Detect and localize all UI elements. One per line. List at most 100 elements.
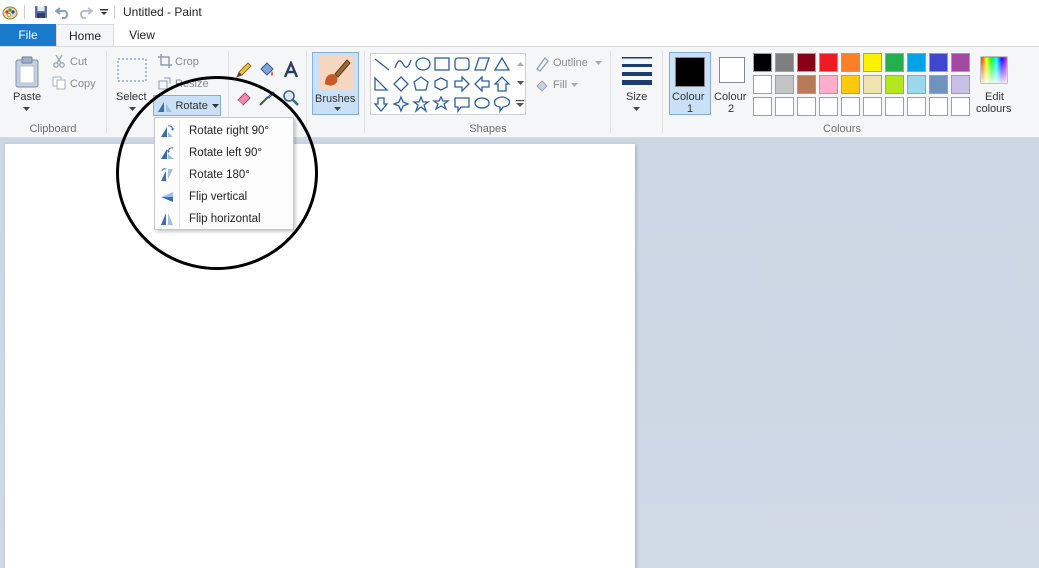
redo-icon[interactable]: [75, 3, 95, 21]
size-icon[interactable]: [619, 54, 655, 86]
copy-label[interactable]: Copy: [70, 78, 96, 90]
size-dropdown-icon[interactable]: [631, 105, 641, 113]
cut-icon[interactable]: [52, 54, 66, 68]
palette-swatch[interactable]: [863, 75, 882, 94]
drawing-canvas[interactable]: [5, 144, 635, 568]
colour2-label[interactable]: Colour: [714, 91, 746, 103]
palette-swatch[interactable]: [929, 53, 948, 72]
colour1-button[interactable]: Colour 1: [669, 52, 711, 115]
paint-app-icon[interactable]: [0, 3, 20, 21]
pencil-icon[interactable]: [235, 61, 253, 79]
menu-item-rotate-180[interactable]: Rotate 180°: [155, 164, 293, 186]
palette-swatch[interactable]: [907, 97, 926, 116]
shapes-grid-icon[interactable]: [371, 54, 511, 114]
quick-access-separator: [24, 5, 25, 19]
palette-swatch[interactable]: [797, 53, 816, 72]
menu-item-flip-horizontal[interactable]: Flip horizontal: [155, 208, 293, 230]
palette-swatch[interactable]: [775, 53, 794, 72]
paste-icon[interactable]: [12, 55, 42, 89]
rotate-dropdown-icon: [211, 102, 220, 110]
colour-picker-icon[interactable]: [258, 89, 276, 107]
shapes-scroll-down-icon[interactable]: [514, 74, 526, 92]
brushes-label: Brushes: [315, 93, 356, 105]
size-label[interactable]: Size: [626, 91, 647, 103]
outline-label[interactable]: Outline: [553, 57, 588, 69]
crop-label[interactable]: Crop: [175, 56, 199, 68]
brushes-button[interactable]: Brushes: [312, 52, 359, 115]
fill-bucket-icon[interactable]: [258, 61, 276, 79]
group-separator: [106, 51, 107, 133]
palette-swatch[interactable]: [753, 75, 772, 94]
palette-swatch[interactable]: [797, 75, 816, 94]
fill-icon[interactable]: [534, 78, 550, 94]
palette-swatch[interactable]: [907, 53, 926, 72]
outline-dropdown-icon[interactable]: [593, 59, 603, 67]
palette-swatch[interactable]: [775, 97, 794, 116]
resize-label[interactable]: Resize: [175, 78, 209, 90]
select-label[interactable]: Select: [116, 91, 147, 103]
shapes-expand-icon[interactable]: [514, 94, 526, 112]
palette-swatch[interactable]: [907, 75, 926, 94]
palette-swatch[interactable]: [951, 53, 970, 72]
paste-label[interactable]: Paste: [13, 91, 41, 103]
crop-icon[interactable]: [158, 54, 172, 68]
copy-icon[interactable]: [52, 76, 66, 90]
palette-swatch[interactable]: [951, 75, 970, 94]
palette-swatch[interactable]: [885, 75, 904, 94]
menu-item-rotate-right[interactable]: Rotate right 90°: [155, 120, 293, 142]
edit-colours-icon[interactable]: [979, 55, 1009, 85]
group-separator: [364, 51, 365, 133]
select-icon[interactable]: [116, 57, 148, 83]
palette-swatch[interactable]: [841, 75, 860, 94]
colour2-number[interactable]: 2: [728, 103, 734, 115]
menu-item-flip-vertical[interactable]: Flip vertical: [155, 186, 293, 208]
shapes-gallery[interactable]: [370, 53, 526, 115]
palette-swatch[interactable]: [885, 53, 904, 72]
paste-dropdown-icon[interactable]: [21, 105, 31, 113]
palette-swatch[interactable]: [885, 97, 904, 116]
edit-colours-label[interactable]: Edit: [985, 91, 1004, 103]
tab-home[interactable]: Home: [56, 24, 114, 47]
colour2-swatch[interactable]: [719, 57, 745, 83]
palette-swatch[interactable]: [929, 97, 948, 116]
fill-dropdown-icon[interactable]: [569, 81, 579, 89]
shapes-group-label: Shapes: [469, 123, 507, 135]
text-tool-icon[interactable]: [282, 60, 300, 80]
menu-item-rotate-left[interactable]: Rotate left 90°: [155, 142, 293, 164]
save-icon[interactable]: [31, 3, 51, 21]
palette-swatch[interactable]: [819, 75, 838, 94]
resize-icon[interactable]: [158, 76, 172, 90]
group-separator: [662, 51, 663, 133]
palette-swatch[interactable]: [951, 97, 970, 116]
palette-swatch[interactable]: [841, 53, 860, 72]
fill-label[interactable]: Fill: [553, 79, 567, 91]
rotate-button[interactable]: Rotate: [153, 95, 221, 116]
palette-swatch[interactable]: [819, 53, 838, 72]
colour1-number: 1: [687, 103, 694, 115]
palette-swatch[interactable]: [753, 97, 772, 116]
tab-view[interactable]: View: [114, 24, 170, 46]
outline-icon[interactable]: [534, 56, 550, 72]
palette-swatch[interactable]: [775, 75, 794, 94]
palette-swatch[interactable]: [797, 97, 816, 116]
shapes-scroll-up-icon[interactable]: [514, 55, 526, 73]
colour1-swatch: [675, 57, 705, 87]
palette-swatch[interactable]: [863, 53, 882, 72]
rotate-menu: Rotate right 90° Rotate left 90° Rotate …: [154, 117, 294, 230]
rotate-icon: [157, 98, 173, 114]
colour1-label: Colour: [672, 91, 705, 103]
palette-swatch[interactable]: [819, 97, 838, 116]
customize-quick-access-icon[interactable]: [94, 3, 114, 21]
palette-swatch[interactable]: [841, 97, 860, 116]
rotate-label: Rotate: [175, 99, 208, 112]
palette-swatch[interactable]: [929, 75, 948, 94]
eraser-icon[interactable]: [235, 89, 253, 107]
select-dropdown-icon[interactable]: [127, 105, 137, 113]
edit-colours-label-2[interactable]: colours: [976, 103, 1011, 115]
palette-swatch[interactable]: [753, 53, 772, 72]
undo-icon[interactable]: [53, 3, 73, 21]
tab-file[interactable]: File: [0, 24, 56, 46]
cut-label[interactable]: Cut: [70, 56, 87, 68]
palette-swatch[interactable]: [863, 97, 882, 116]
magnifier-icon[interactable]: [282, 89, 300, 107]
